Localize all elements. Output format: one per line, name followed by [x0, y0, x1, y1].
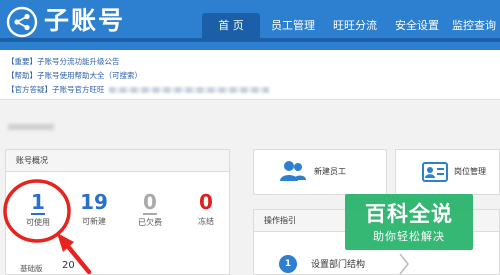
notice-link-official[interactable]: 【官方答疑】子账号官方旺旺 — [7, 84, 269, 95]
basic-edition-label: 基础版 — [20, 264, 43, 273]
stat-available[interactable]: 1 可使用 — [14, 190, 62, 228]
top-header: 子账号 首 页 员工管理 旺旺分流 安全设置 监控查询 — [0, 0, 500, 50]
notice-link-announcement[interactable]: 【重要】子账号分流功能升级公告 — [7, 56, 120, 67]
blurred-text — [108, 87, 269, 93]
nav-wangwang-routing[interactable]: 旺旺分流 — [326, 13, 384, 39]
users-icon — [280, 161, 306, 181]
app-title: 子账号 — [44, 6, 126, 35]
stat-frozen-value: 0 — [199, 190, 213, 214]
new-staff-card[interactable]: 新建员工 — [253, 149, 387, 195]
stat-frozen: 0 冻结 — [182, 190, 230, 227]
position-management-card[interactable]: 岗位管理 — [395, 149, 500, 195]
basic-edition-value: 20 — [62, 260, 75, 271]
stat-creatable: 19 可新建 — [70, 190, 118, 227]
stat-overdue-value: 0 — [143, 190, 157, 215]
nav-monitoring[interactable]: 监控查询 — [448, 13, 500, 39]
account-overview-panel: 账号概况 1 可使用 19 可新建 0 已欠费 0 冻结 基础版 20 — [5, 149, 230, 275]
notice-official-text: 【官方答疑】子账号官方旺旺 — [7, 85, 105, 94]
stat-available-label: 可使用 — [26, 218, 50, 227]
baike-watermark: 百科全说 助你轻松解决 — [345, 194, 473, 250]
new-staff-label: 新建员工 — [314, 167, 346, 176]
stat-available-value[interactable]: 1 — [31, 191, 45, 215]
stat-creatable-label: 可新建 — [82, 217, 106, 226]
stat-creatable-value: 19 — [80, 190, 108, 214]
stat-overdue: 0 已欠费 — [126, 190, 174, 228]
blurred-account-name — [8, 124, 54, 130]
notice-list: 【重要】子账号分流功能升级公告 【帮助】子账号使用帮助大全（可搜索） 【官方答疑… — [0, 50, 500, 100]
nav-home[interactable]: 首 页 — [202, 13, 260, 39]
step-label[interactable]: 设置部门结构 — [311, 257, 365, 270]
watermark-title: 百科全说 — [365, 202, 453, 226]
stat-overdue-label: 已欠费 — [138, 218, 162, 227]
panel-title: 账号概况 — [6, 150, 229, 172]
position-management-label: 岗位管理 — [454, 167, 486, 176]
id-card-icon — [422, 162, 448, 182]
step-number-badge: 1 — [279, 255, 297, 273]
chevron-right-icon — [399, 253, 409, 275]
nav-security-settings[interactable]: 安全设置 — [388, 13, 446, 39]
watermark-subtitle: 助你轻松解决 — [373, 230, 445, 243]
share-network-icon — [6, 6, 38, 38]
notice-link-help[interactable]: 【帮助】子账号使用帮助大全（可搜索） — [7, 70, 142, 81]
stat-frozen-label: 冻结 — [198, 217, 214, 226]
nav-staff-management[interactable]: 员工管理 — [264, 13, 322, 39]
